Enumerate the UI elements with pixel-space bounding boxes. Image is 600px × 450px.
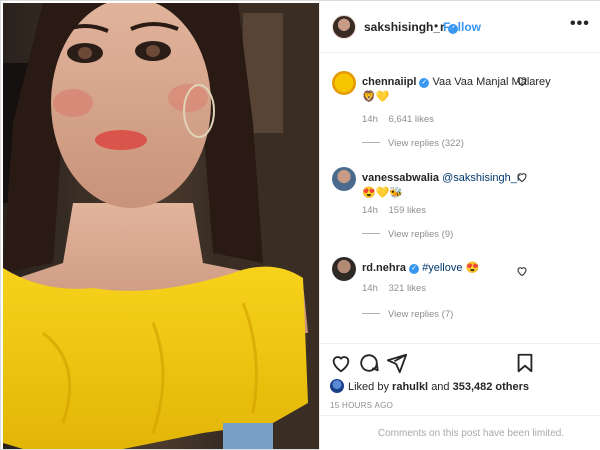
comment-mention[interactable]: @sakshisingh_r [442, 172, 520, 184]
liker-avatar [330, 379, 344, 393]
comment-avatar[interactable] [332, 257, 356, 281]
more-options-icon[interactable]: ••• [570, 15, 590, 33]
likes-count[interactable]: 353,482 others [453, 381, 529, 393]
comment-emoji: 😍💛🐝 [362, 187, 404, 199]
comment-hashtag[interactable]: #yellove [422, 262, 462, 274]
comment-avatar[interactable] [332, 167, 356, 191]
verified-badge-icon: ✓ [409, 264, 420, 274]
follow-button[interactable]: Follow [443, 20, 481, 34]
comment-icon[interactable] [358, 352, 380, 374]
comment-meta: 14h 159 likes [362, 205, 434, 216]
comment-username[interactable]: vanessabwalia [362, 172, 439, 184]
post-timestamp[interactable]: 15 HOURS AGO [330, 401, 393, 410]
comment-time: 14h [362, 205, 378, 216]
view-replies-label[interactable]: View replies (9) [388, 229, 453, 240]
view-replies-label[interactable]: View replies (7) [388, 309, 453, 320]
comment-time: 14h [362, 283, 378, 294]
comment-meta: 14h 321 likes [362, 283, 434, 294]
comment-emoji: 😍 [465, 262, 480, 274]
heart-icon[interactable] [330, 352, 352, 374]
instagram-post: sakshisingh_r ✓ • Follow ••• chennaiipl ✓ … [0, 0, 600, 450]
bookmark-icon[interactable] [514, 352, 536, 374]
post-sidebar: sakshisingh_r ✓ • Follow ••• chennaiipl ✓ … [319, 1, 600, 450]
action-bar [320, 343, 600, 379]
view-replies-button[interactable]: View replies (7) [362, 309, 453, 320]
post-photo[interactable] [3, 3, 319, 449]
comments-limited-notice: Comments on this post have been limited. [320, 415, 600, 450]
comment-likes[interactable]: 6,641 likes [389, 114, 434, 125]
likes-summary[interactable]: Liked by rahulkl and 353,482 others [330, 379, 529, 393]
header-separator: • [434, 19, 439, 33]
comment-emoji: 🦁💛 [362, 91, 390, 103]
replies-divider [362, 142, 380, 143]
view-replies-label[interactable]: View replies (322) [388, 138, 464, 149]
liker-username[interactable]: rahulkl [392, 381, 428, 393]
verified-badge-icon: ✓ [419, 78, 430, 88]
comment-like-icon[interactable] [516, 171, 528, 183]
comment-likes[interactable]: 159 likes [389, 205, 427, 216]
comment-username[interactable]: chennaiipl [362, 76, 416, 88]
author-avatar[interactable] [332, 15, 356, 39]
comment-body: Vaa Vaa Manjal Malarey [432, 76, 551, 88]
likes-prefix: Liked by [348, 381, 389, 393]
comment-meta: 14h 6,641 likes [362, 114, 442, 125]
comment-likes[interactable]: 321 likes [389, 283, 427, 294]
replies-divider [362, 233, 380, 234]
view-replies-button[interactable]: View replies (322) [362, 138, 464, 149]
comment-avatar[interactable] [332, 71, 356, 95]
replies-divider [362, 313, 380, 314]
comment-username[interactable]: rd.nehra [362, 262, 406, 274]
comment-like-icon[interactable] [516, 265, 528, 277]
view-replies-button[interactable]: View replies (9) [362, 229, 453, 240]
comment-time: 14h [362, 114, 378, 125]
comment-like-icon[interactable] [516, 75, 528, 87]
author-username[interactable]: sakshisingh_r [364, 20, 445, 34]
likes-middle: and [431, 381, 450, 393]
selfie-image [3, 3, 319, 449]
post-header: sakshisingh_r ✓ • Follow ••• [320, 1, 600, 53]
share-icon[interactable] [386, 352, 408, 374]
